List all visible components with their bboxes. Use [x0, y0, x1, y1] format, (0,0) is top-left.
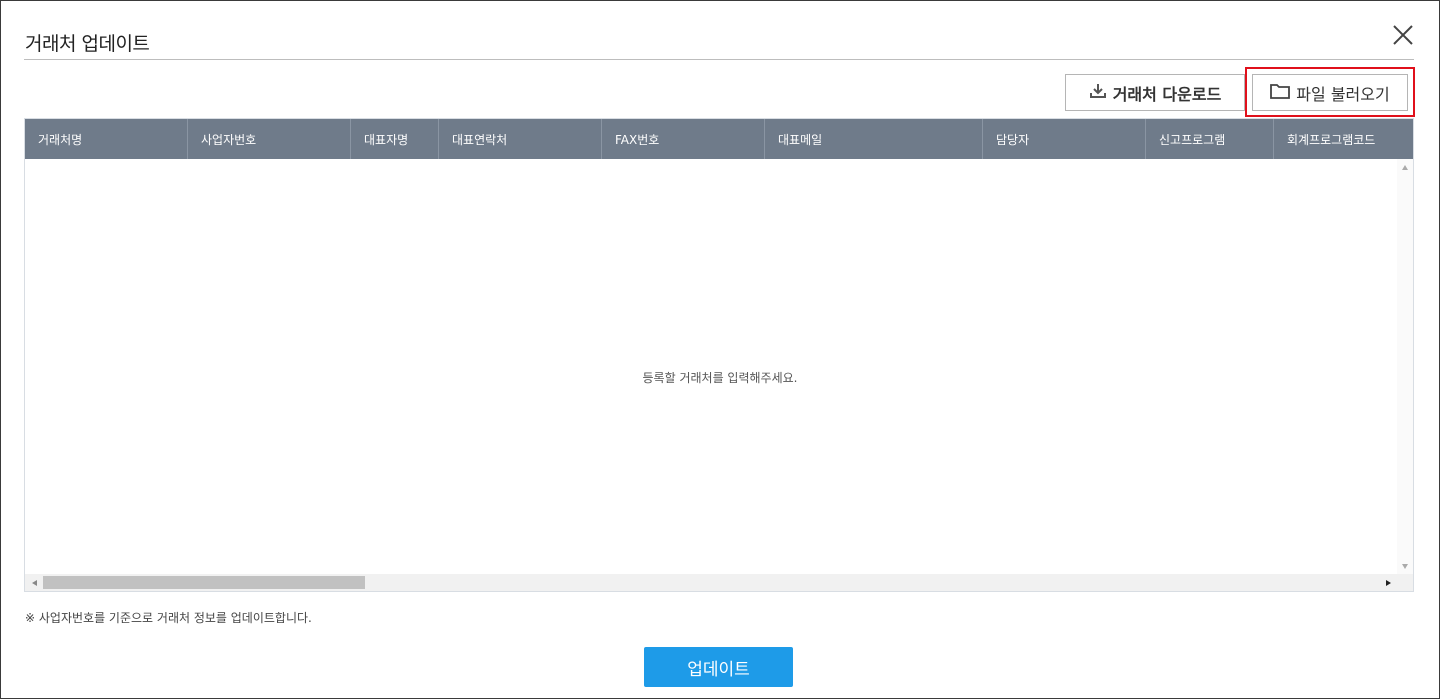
column-header-report-program[interactable]: 신고프로그램 — [1146, 119, 1274, 159]
clients-grid: 거래처명 사업자번호 대표자명 대표연락처 FAX번호 대표메일 담당자 신고프… — [24, 118, 1414, 592]
horizontal-scrollbar[interactable] — [25, 574, 1413, 591]
scroll-left-icon[interactable] — [32, 580, 37, 586]
grid-header: 거래처명 사업자번호 대표자명 대표연락처 FAX번호 대표메일 담당자 신고프… — [25, 119, 1413, 159]
load-file-button[interactable]: 파일 불러오기 — [1252, 74, 1408, 111]
column-header-manager[interactable]: 담당자 — [983, 119, 1146, 159]
folder-icon — [1270, 83, 1291, 103]
column-header-business-number[interactable]: 사업자번호 — [188, 119, 351, 159]
horizontal-scroll-thumb[interactable] — [43, 576, 365, 589]
scroll-up-icon[interactable] — [1402, 165, 1408, 170]
column-header-email[interactable]: 대표메일 — [765, 119, 983, 159]
close-icon[interactable] — [1391, 23, 1415, 47]
dialog-title: 거래처 업데이트 — [25, 33, 150, 55]
load-file-label: 파일 불러오기 — [1296, 84, 1390, 104]
vertical-scrollbar[interactable] — [1397, 159, 1413, 575]
update-clients-dialog: 거래처 업데이트 거래처 다운로드 파일 불러오기 거래처명 사업자번호 대표자… — [0, 0, 1440, 699]
column-header-fax[interactable]: FAX번호 — [602, 119, 765, 159]
title-divider — [24, 59, 1414, 60]
download-icon — [1089, 82, 1107, 104]
update-button[interactable]: 업데이트 — [644, 647, 793, 687]
scroll-down-icon[interactable] — [1402, 564, 1408, 569]
column-header-client-name[interactable]: 거래처명 — [25, 119, 188, 159]
download-clients-button[interactable]: 거래처 다운로드 — [1065, 74, 1245, 111]
column-header-phone[interactable]: 대표연락처 — [439, 119, 602, 159]
column-header-representative[interactable]: 대표자명 — [351, 119, 439, 159]
empty-grid-message: 등록할 거래처를 입력해주세요. — [642, 371, 798, 385]
scroll-right-icon[interactable] — [1386, 580, 1391, 586]
update-note: ※ 사업자번호를 기준으로 거래처 정보를 업데이트합니다. — [25, 611, 312, 625]
download-clients-label: 거래처 다운로드 — [1112, 84, 1222, 104]
column-header-accounting-code[interactable]: 회계프로그램코드 — [1274, 119, 1413, 159]
